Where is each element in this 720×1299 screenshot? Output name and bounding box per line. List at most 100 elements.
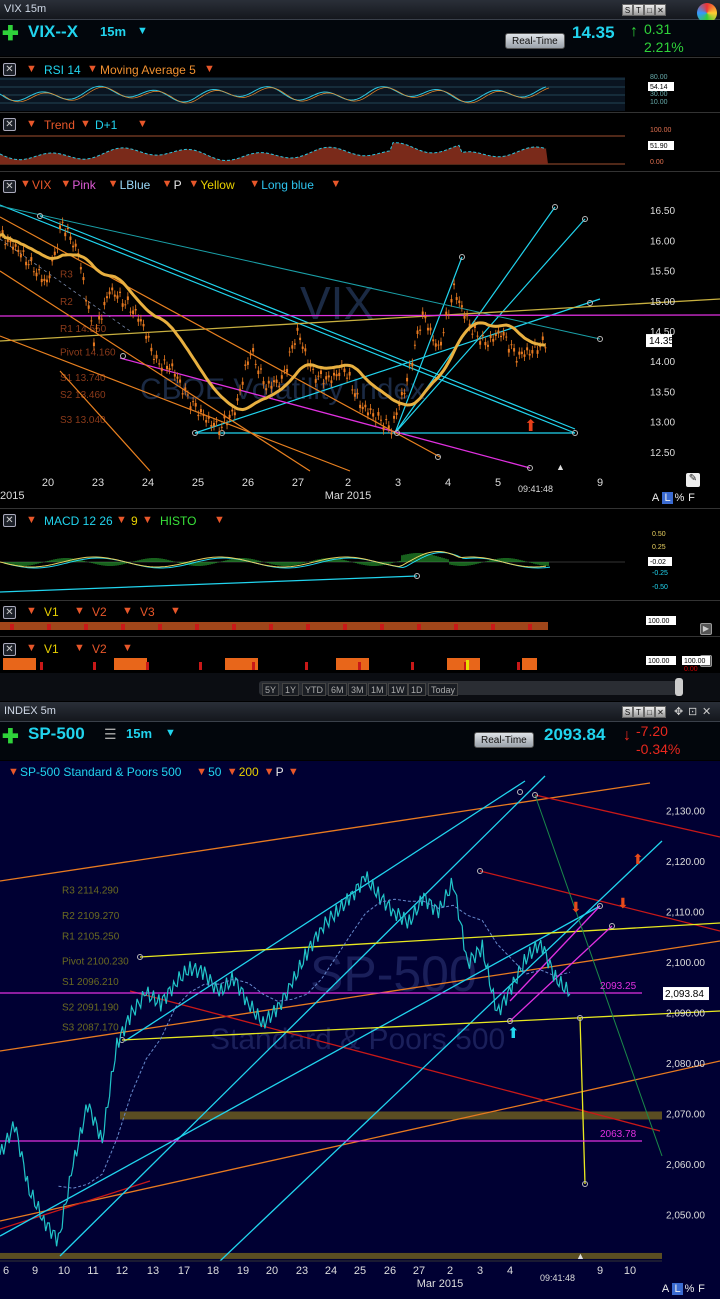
sp-move-icon[interactable]: ✥: [674, 705, 683, 718]
vix-x-tick-label: 9: [597, 477, 603, 489]
vix-candle-body: [497, 330, 500, 334]
vix-legend-item-2[interactable]: LBlue: [120, 178, 151, 192]
vix-window-button-0[interactable]: S: [622, 4, 633, 16]
sp-tool-0[interactable]: A: [660, 1283, 671, 1295]
sp-legend-dropdown-icon-0[interactable]: ▼: [8, 766, 19, 778]
sp-legend-dropdown-icon-2[interactable]: ▼: [227, 766, 238, 778]
sp-tool-2[interactable]: %: [684, 1283, 695, 1295]
sp-legend-item-0[interactable]: SP-500 Standard & Poors 500: [20, 765, 181, 779]
vix-interval-dropdown-icon[interactable]: ▼: [137, 25, 148, 37]
v1-dropdown-icon-0[interactable]: ▼: [26, 605, 37, 617]
vix-tool-2[interactable]: %: [674, 492, 685, 504]
vix-tool-1[interactable]: L: [662, 492, 673, 504]
sp-legend-item-2[interactable]: 200: [239, 765, 259, 779]
vix-tool-0[interactable]: A: [650, 492, 661, 504]
v1-dropdown-icon-1[interactable]: ▼: [74, 605, 85, 617]
sp-legend-dropdown-icon-3[interactable]: ▼: [264, 766, 275, 778]
v2-dropdown-icon-end[interactable]: ▼: [122, 642, 133, 654]
vix-candle-body: [252, 348, 255, 352]
sp-legend-dropdown-icon-1[interactable]: ▼: [196, 766, 207, 778]
vix-candle-body: [27, 264, 30, 266]
v2-dropdown-icon-1[interactable]: ▼: [74, 642, 85, 654]
sp-tool-3[interactable]: F: [696, 1283, 707, 1295]
vix-window-button-2[interactable]: □: [644, 4, 655, 16]
vix-candle-body: [205, 419, 208, 423]
range-button-8[interactable]: Today: [428, 683, 459, 696]
range-button-4[interactable]: 3M: [348, 683, 367, 696]
sp-x-period-label: Mar 2015: [417, 1278, 463, 1290]
range-button-5[interactable]: 1M: [368, 683, 387, 696]
v1-label-2[interactable]: V3: [140, 605, 155, 619]
vix-window-button-3[interactable]: ✕: [655, 4, 666, 16]
vix-legend-item-3[interactable]: P: [174, 178, 182, 192]
sp-window-button-2[interactable]: □: [644, 706, 655, 718]
vix-legend-dropdown-icon-1[interactable]: ▼: [60, 178, 71, 190]
vix-pivot-label: R1 14.550: [60, 324, 107, 335]
range-button-7[interactable]: 1D: [408, 683, 426, 696]
vix-legend-dropdown-icon-0[interactable]: ▼: [20, 178, 31, 190]
vix-candle-body: [322, 383, 325, 385]
vix-symbol[interactable]: VIX--X: [28, 22, 78, 42]
sp-tool-1[interactable]: L: [672, 1283, 683, 1295]
v1-label-1[interactable]: V2: [92, 605, 107, 619]
vix-candle-body: [346, 377, 349, 379]
sp-list-icon[interactable]: ☰: [104, 726, 117, 743]
vix-legend-dropdown-icon-2[interactable]: ▼: [108, 178, 119, 190]
sp-add-symbol-icon[interactable]: ✚: [2, 724, 19, 749]
v1-dropdown-icon-end[interactable]: ▼: [170, 605, 181, 617]
vix-tool-3[interactable]: F: [686, 492, 697, 504]
v2-orange-bar: [351, 658, 354, 670]
range-button-6[interactable]: 1W: [388, 683, 408, 696]
v2-red-bar: [305, 662, 308, 670]
vix-candle-body: [518, 351, 521, 355]
vix-legend-dropdown-icon-3[interactable]: ▼: [162, 178, 173, 190]
sp-maximize-icon[interactable]: ⊡: [688, 705, 697, 718]
sp-anchor-point: [517, 789, 523, 795]
range-button-2[interactable]: YTD: [302, 683, 326, 696]
sp-close-icon[interactable]: ✕: [702, 705, 711, 718]
sp-legend-dropdown-icon-end[interactable]: ▼: [288, 766, 299, 778]
v2-dropdown-icon-0[interactable]: ▼: [26, 642, 37, 654]
vix-y-tick-label: 14.00: [650, 357, 675, 368]
vix-legend-item-1[interactable]: Pink: [72, 178, 95, 192]
vix-candle-body: [440, 341, 443, 346]
vix-legend-item-5[interactable]: Long blue: [261, 178, 314, 192]
sp-window-button-1[interactable]: T: [633, 706, 644, 718]
sp-window-button-3[interactable]: ✕: [655, 706, 666, 718]
vix-legend-dropdown-icon-5[interactable]: ▼: [249, 178, 260, 190]
sp-symbol[interactable]: SP-500: [28, 724, 85, 744]
sp-interval-dropdown-icon[interactable]: ▼: [165, 727, 176, 739]
vix-legend-item-4[interactable]: Yellow: [200, 178, 234, 192]
vix-add-symbol-icon[interactable]: ✚: [2, 21, 19, 46]
sp-legend-item-1[interactable]: 50: [208, 765, 221, 779]
sp-pivot-label: S3 2087.170: [62, 1023, 119, 1034]
sp-legend-item-3[interactable]: P: [276, 765, 284, 779]
vix-legend-dropdown-icon-4[interactable]: ▼: [188, 178, 199, 190]
v2-orange-bar: [237, 658, 240, 670]
vix-x-tick-label: 23: [92, 477, 104, 489]
sp-orange-upper: [0, 782, 651, 882]
v2-label-0[interactable]: V1: [44, 642, 59, 656]
vix-window-button-1[interactable]: T: [633, 4, 644, 16]
vix-realtime-button[interactable]: Real-Time: [505, 33, 565, 49]
vix-candle-body: [364, 404, 367, 408]
vix-draw-tool-icon[interactable]: ✎: [686, 473, 700, 487]
sp-interval[interactable]: 15m: [126, 726, 152, 741]
v2-orange-bar: [228, 658, 231, 670]
vix-legend-dropdown-icon-last[interactable]: ▼: [330, 178, 341, 190]
range-scrollbar-handle[interactable]: [675, 678, 683, 696]
range-button-3[interactable]: 6M: [328, 683, 347, 696]
vix-candle-body: [124, 304, 127, 306]
vix-candle-body: [280, 375, 283, 379]
v1-label-0[interactable]: V1: [44, 605, 59, 619]
vix-legend-item-0[interactable]: VIX: [32, 178, 51, 192]
vix-candle-body: [361, 406, 364, 410]
range-button-1[interactable]: 1Y: [282, 683, 300, 696]
sp-realtime-button[interactable]: Real-Time: [474, 732, 534, 748]
sp-window-button-0[interactable]: S: [622, 706, 633, 718]
vix-candle-body: [502, 331, 505, 336]
range-button-0[interactable]: 5Y: [262, 683, 280, 696]
v1-dropdown-icon-2[interactable]: ▼: [122, 605, 133, 617]
v2-label-1[interactable]: V2: [92, 642, 107, 656]
vix-interval[interactable]: 15m: [100, 24, 126, 39]
